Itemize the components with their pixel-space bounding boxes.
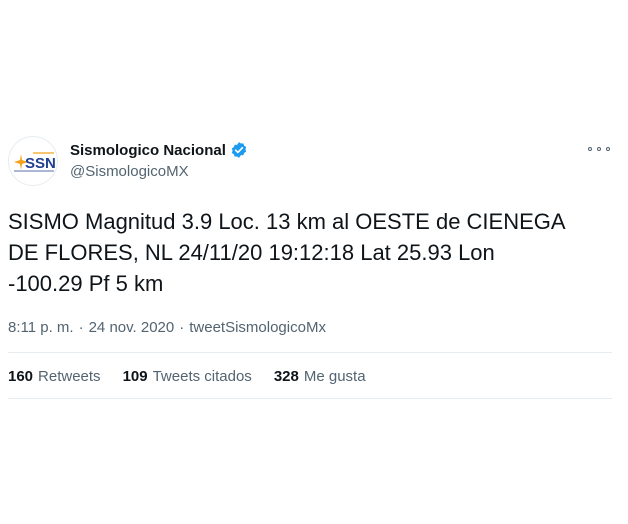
- tweet-time[interactable]: 8:11 p. m.: [8, 319, 74, 336]
- more-dot: [597, 147, 601, 151]
- more-dot: [606, 147, 610, 151]
- tweet-text: SISMO Magnitud 3.9 Loc. 13 km al OESTE d…: [8, 209, 566, 296]
- quote-tweets-count: 109: [122, 368, 148, 385]
- quote-tweets-stat[interactable]: 109 Tweets citados: [123, 368, 252, 385]
- likes-stat[interactable]: 328 Me gusta: [274, 368, 366, 385]
- tweet-header: SSN Sismologico Nacional @SismologicoMX: [8, 136, 612, 186]
- divider: [8, 352, 612, 353]
- tweet-date[interactable]: 24 nov. 2020: [89, 319, 175, 336]
- more-options-icon[interactable]: [588, 142, 610, 156]
- verified-badge-icon: [231, 142, 246, 158]
- quote-tweets-label: Tweets citados: [152, 368, 252, 385]
- ssn-logo-icon: SSN: [14, 152, 55, 172]
- likes-label: Me gusta: [303, 368, 366, 385]
- display-name[interactable]: Sismologico Nacional: [70, 142, 226, 159]
- tweet-card: SSN Sismologico Nacional @SismologicoMX …: [0, 106, 628, 406]
- avatar-logo-text: SSN: [25, 155, 55, 172]
- meta-separator: ·: [78, 319, 84, 336]
- tweet-stats: 160 Retweets 109 Tweets citados 328 Me g…: [8, 368, 366, 385]
- avatar[interactable]: SSN: [8, 136, 58, 186]
- retweets-label: Retweets: [38, 368, 101, 385]
- display-name-row: Sismologico Nacional: [70, 139, 248, 161]
- retweets-count: 160: [8, 368, 34, 385]
- more-dot: [588, 147, 592, 151]
- retweets-stat[interactable]: 160 Retweets: [8, 368, 101, 385]
- meta-separator: ·: [179, 319, 185, 336]
- user-handle[interactable]: @SismologicoMX: [70, 163, 189, 180]
- tweet-meta: 8:11 p. m. · 24 nov. 2020 · tweetSismolo…: [8, 319, 326, 336]
- likes-count: 328: [273, 368, 299, 385]
- tweet-source[interactable]: tweetSismologicoMx: [189, 319, 326, 336]
- divider: [8, 398, 612, 399]
